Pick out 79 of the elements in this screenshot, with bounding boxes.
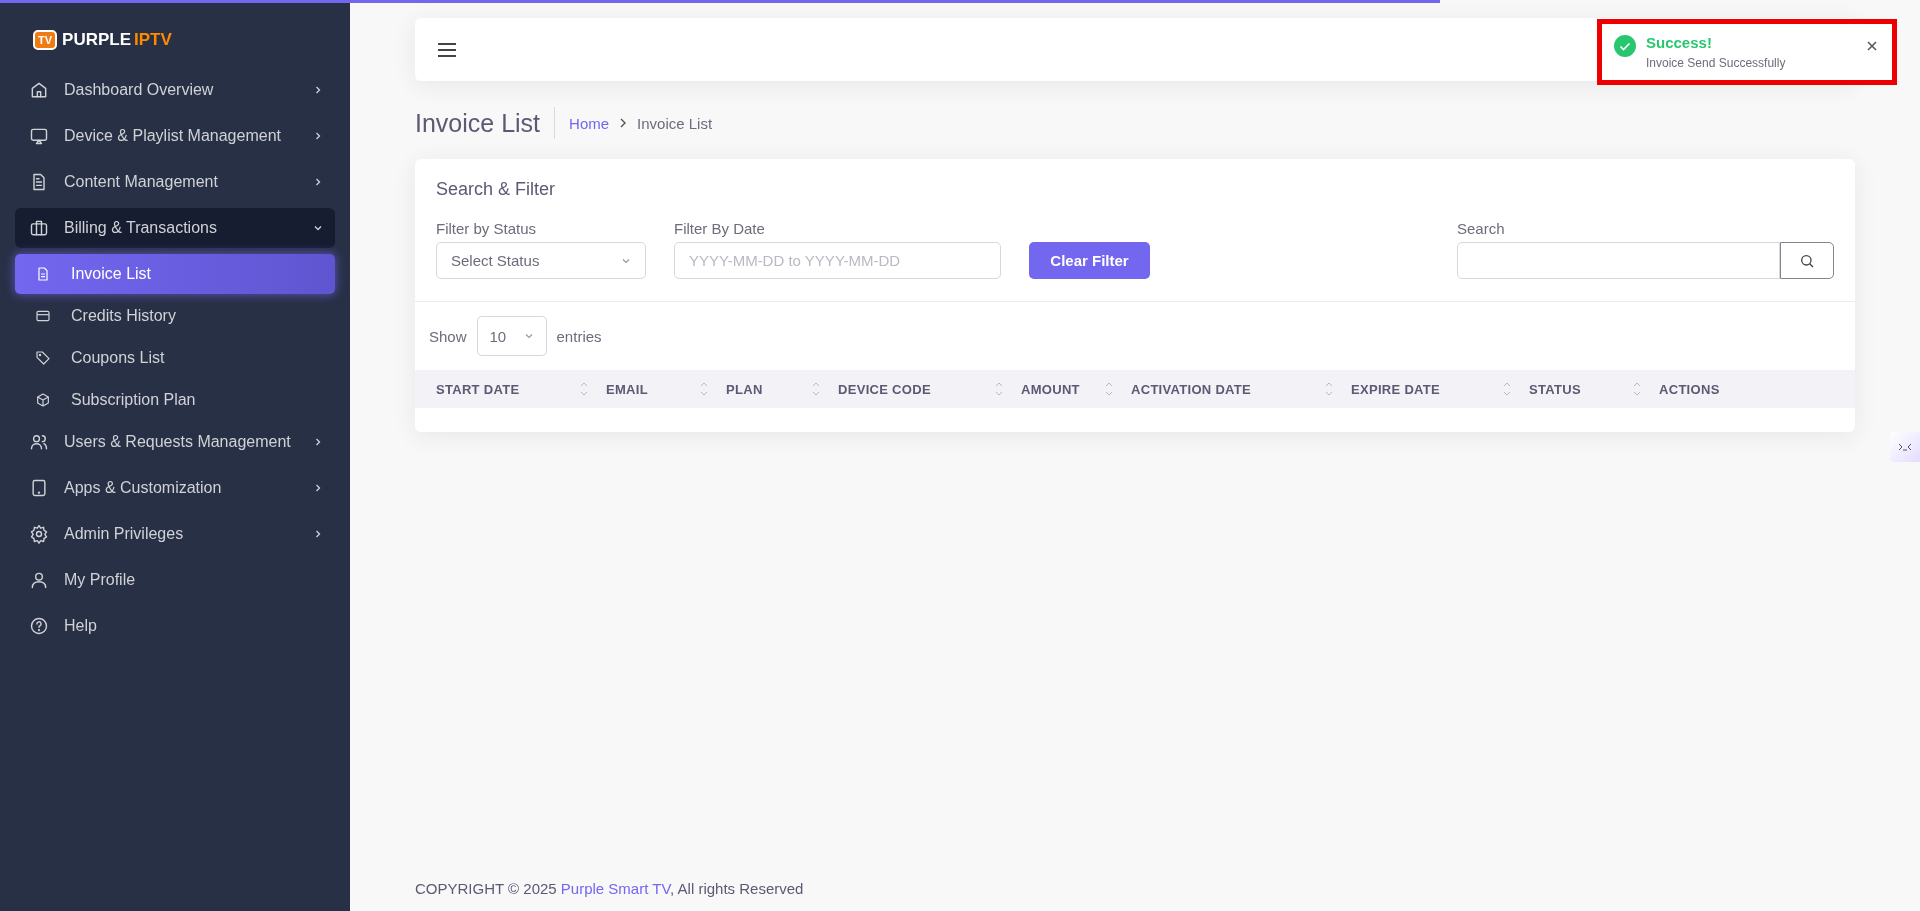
sidebar-item[interactable]: Device & Playlist Management — [15, 116, 335, 156]
home-icon — [29, 80, 49, 100]
tablet-icon — [29, 478, 49, 498]
breadcrumb-current: Invoice List — [637, 114, 713, 132]
column-header[interactable]: AMOUNT — [1021, 381, 1080, 397]
page-size-select[interactable]: 10 — [476, 316, 547, 356]
column-header[interactable]: ACTIVATION DATE — [1131, 381, 1252, 397]
menu-icon[interactable] — [437, 41, 457, 58]
check-circle-icon — [1614, 35, 1636, 57]
sidebar-item[interactable]: My Profile — [15, 560, 335, 600]
sort-icon[interactable] — [1105, 381, 1113, 397]
toast-title: Success! — [1646, 34, 1713, 51]
column-header[interactable]: PLAN — [726, 381, 763, 397]
entries-label: entries — [556, 327, 602, 345]
briefcase-icon — [29, 218, 49, 238]
sort-icon[interactable] — [812, 381, 820, 397]
date-range-field[interactable]: YYYY-MM-DD to YYYY-MM-DD — [674, 242, 1001, 279]
search-icon — [1799, 252, 1815, 269]
column-header[interactable]: STATUS — [1529, 381, 1581, 397]
chevron-down-icon — [313, 223, 323, 233]
code-icon — [1898, 442, 1912, 452]
tag-icon — [35, 350, 51, 366]
sidebar-subitem[interactable]: Invoice List — [15, 254, 335, 294]
sidebar-item[interactable]: Billing & Transactions — [15, 208, 335, 248]
column-header[interactable]: ACTIONS — [1659, 381, 1720, 397]
chevron-right-icon — [619, 118, 628, 128]
clear-filter-button[interactable]: Clear Filter — [1029, 242, 1150, 279]
sidebar-subitem[interactable]: Credits History — [15, 296, 335, 336]
sidebar-item[interactable]: Admin Privileges — [15, 514, 335, 554]
sort-icon[interactable] — [995, 381, 1003, 397]
sidebar-item[interactable]: Content Management — [15, 162, 335, 202]
chevron-right-icon — [313, 85, 323, 95]
sort-icon[interactable] — [1633, 381, 1641, 397]
chevron-right-icon — [313, 177, 323, 187]
search-button[interactable] — [1780, 242, 1834, 279]
sidebar-item[interactable]: Users & Requests Management — [15, 422, 335, 462]
status-select[interactable]: Select Status — [436, 242, 646, 279]
search-field[interactable] — [1457, 242, 1780, 279]
close-icon[interactable] — [1866, 40, 1878, 52]
doc-icon — [35, 266, 51, 282]
chevron-right-icon — [313, 131, 323, 141]
sidebar-item[interactable]: Dashboard Overview — [15, 70, 335, 110]
monitor-icon — [29, 126, 49, 146]
users-icon — [29, 432, 49, 452]
chevron-right-icon — [313, 483, 323, 493]
page-title: Invoice List — [415, 107, 556, 139]
customizer-toggle[interactable] — [1890, 432, 1920, 462]
field-label: Filter By Date — [674, 220, 766, 237]
column-header[interactable]: DEVICE CODE — [838, 381, 931, 397]
sort-icon[interactable] — [700, 381, 708, 397]
gear-icon — [29, 524, 49, 544]
card-icon — [35, 308, 51, 324]
sidebar-item[interactable]: Help — [15, 606, 335, 646]
breadcrumb-link[interactable]: Home — [569, 114, 610, 132]
help-icon — [29, 616, 49, 636]
chevron-right-icon — [313, 529, 323, 539]
sort-icon[interactable] — [1503, 381, 1511, 397]
sort-icon[interactable] — [580, 381, 588, 397]
brand-name-accent: IPTV — [134, 30, 172, 50]
section-title: Search & Filter — [436, 179, 557, 200]
show-label: Show — [429, 327, 467, 345]
chevron-right-icon — [313, 437, 323, 447]
footer-text: COPYRIGHT © 2025 Purple Smart TV, All rights Reserved — [415, 880, 805, 899]
field-label: Search — [1457, 220, 1506, 237]
sidebar-subitem[interactable]: Coupons List — [15, 338, 335, 378]
toast-message: Invoice Send Successfully — [1646, 56, 1787, 70]
sort-icon[interactable] — [1325, 381, 1333, 397]
tv-logo: TV — [33, 30, 58, 50]
box-icon — [35, 392, 51, 408]
chevron-down-icon — [523, 331, 534, 341]
sidebar-subitem[interactable]: Subscription Plan — [15, 380, 335, 420]
sidebar-item[interactable]: Apps & Customization — [15, 468, 335, 508]
column-header[interactable]: EXPIRE DATE — [1351, 381, 1441, 397]
brand-name: PURPLE — [62, 30, 132, 50]
column-header[interactable]: EMAIL — [606, 381, 648, 397]
column-header[interactable]: START DATE — [436, 381, 520, 397]
user-icon — [29, 570, 49, 590]
field-label: Filter by Status — [436, 220, 538, 237]
footer-link[interactable]: Purple Smart TV — [560, 880, 671, 897]
